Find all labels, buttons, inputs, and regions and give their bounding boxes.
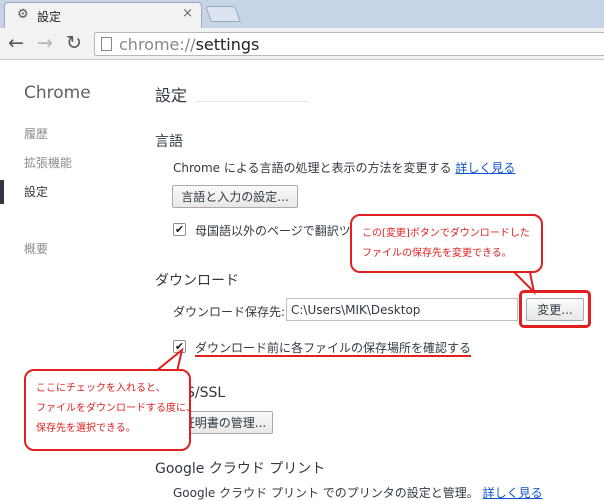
change-button-annotation: この[変更]ボタンでダウンロードした ファイルの保存先を変更できる。 <box>350 214 543 273</box>
download-location-field[interactable]: C:\Users\MIK\Desktop <box>286 298 518 321</box>
annotation-line: ここにチェックを入れると、 <box>36 383 166 394</box>
annotation-line: 保存先を選択できる。 <box>36 423 136 434</box>
url-path: settings <box>195 35 260 54</box>
sidebar-item-settings[interactable]: 設定 <box>24 183 48 200</box>
forward-arrow-icon[interactable]: → <box>37 32 53 54</box>
ask-download-location-label: ダウンロード前に各ファイルの保存場所を確認する <box>195 341 472 355</box>
close-icon[interactable]: × <box>182 6 193 21</box>
checkbox-annotation: ここにチェックを入れると、 ファイルをダウンロードする度に、 保存先を選択できる… <box>24 369 196 451</box>
sidebar-item-history[interactable]: 履歴 <box>24 125 48 142</box>
toolbar: ← → ↻ chrome://settings <box>0 28 604 60</box>
sidebar-brand: Chrome <box>24 83 91 103</box>
https-heading: S/SSL <box>186 385 226 401</box>
change-button-highlight <box>519 290 591 328</box>
tab-settings[interactable]: ⚙ 設定 × <box>4 2 202 29</box>
download-location-label: ダウンロード保存先: <box>173 305 286 319</box>
url-text: chrome://settings <box>119 35 259 54</box>
new-tab-button[interactable] <box>205 6 241 22</box>
language-learn-more-link[interactable]: 詳しく見る <box>455 161 515 175</box>
translate-checkbox-label: 母国語以外のページで翻訳ツ <box>195 224 351 238</box>
cloud-print-description: Google クラウド プリント でのプリンタの設定と管理。 <box>173 486 479 500</box>
checkbox-label-highlight <box>195 355 471 357</box>
ask-download-location-checkbox[interactable]: ✔ <box>173 340 186 353</box>
url-scheme: chrome:// <box>119 35 196 54</box>
settings-search-input[interactable] <box>196 88 308 102</box>
address-bar[interactable]: chrome://settings <box>94 32 604 56</box>
title-bar: ⚙ 設定 × <box>0 0 604 29</box>
annotation-line: ファイルをダウンロードする度に、 <box>36 403 196 414</box>
cloud-print-heading: Google クラウド プリント <box>155 461 326 477</box>
annotation-line: ファイルの保存先を変更できる。 <box>362 248 512 259</box>
language-heading: 言語 <box>155 134 183 150</box>
translate-checkbox[interactable]: ✔ <box>173 223 186 236</box>
gear-icon: ⚙ <box>17 7 29 22</box>
cloud-print-learn-more-link[interactable]: 詳しく見る <box>483 486 543 500</box>
downloads-heading: ダウンロード <box>155 273 239 289</box>
page-icon <box>101 37 112 51</box>
reload-icon[interactable]: ↻ <box>66 32 82 54</box>
language-description-row: Chrome による言語の処理と表示の方法を変更する 詳しく見る <box>173 159 515 176</box>
language-description: Chrome による言語の処理と表示の方法を変更する <box>173 161 452 175</box>
active-item-marker <box>0 180 4 204</box>
page-title: 設定 <box>155 86 188 105</box>
back-arrow-icon[interactable]: ← <box>8 32 24 54</box>
tab-title: 設定 <box>37 10 62 24</box>
sidebar-item-extensions[interactable]: 拡張機能 <box>24 154 72 171</box>
annotation-line: この[変更]ボタンでダウンロードした <box>362 228 530 239</box>
cloud-print-description-row: Google クラウド プリント でのプリンタの設定と管理。 詳しく見る <box>173 484 543 501</box>
sidebar-item-about[interactable]: 概要 <box>24 240 48 257</box>
language-settings-button[interactable]: 言語と入力の設定... <box>172 185 298 208</box>
